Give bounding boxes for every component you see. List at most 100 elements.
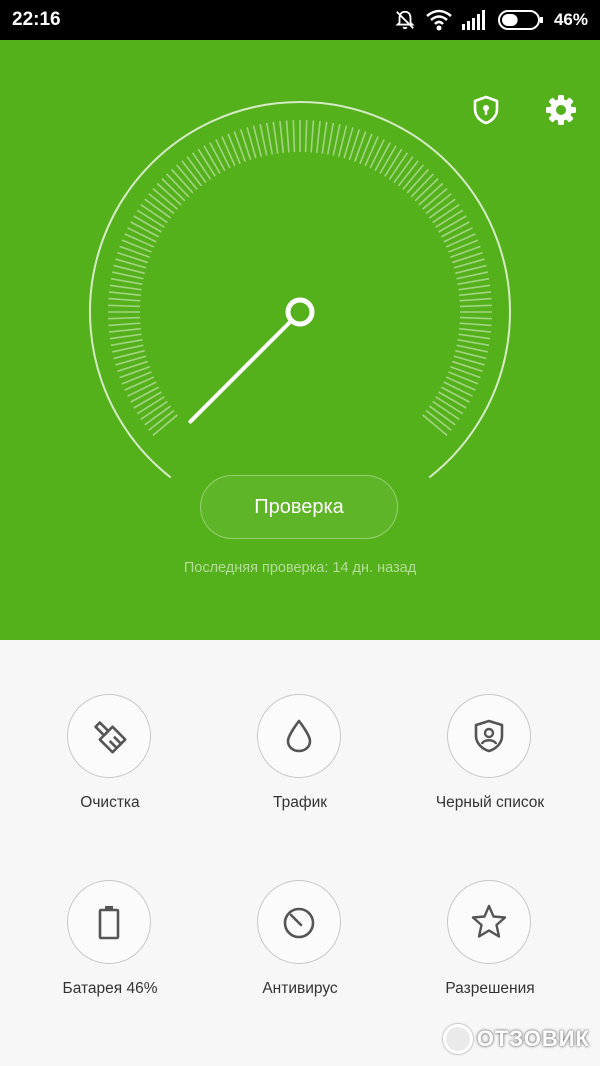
- gauge-tick: [215, 139, 231, 169]
- gauge-tick: [259, 124, 268, 156]
- tool-permissions-circle: [447, 880, 531, 964]
- gauge-tick: [108, 316, 141, 320]
- tool-battery-label: Батарея 46%: [62, 980, 158, 997]
- gauge-tick: [448, 371, 479, 385]
- gauge-tick: [121, 371, 152, 385]
- gauge-tick: [136, 209, 165, 228]
- gauge-tick: [203, 145, 221, 174]
- status-bar: 22:16 46%: [0, 0, 600, 40]
- tool-blacklist[interactable]: Черный список: [395, 694, 585, 834]
- gauge-tick: [374, 142, 391, 172]
- gauge-outer-arc: [89, 101, 511, 479]
- star-icon: [471, 904, 507, 938]
- gauge-tick: [315, 120, 321, 153]
- tool-blacklist-label: Черный список: [435, 794, 545, 811]
- gauge-tick: [110, 338, 143, 347]
- tool-traffic-label: Трафик: [272, 794, 328, 811]
- gauge-outer-arc-path: [89, 101, 511, 479]
- gauge-tick: [108, 327, 141, 333]
- tool-cleanup[interactable]: Очистка: [15, 694, 205, 834]
- gauge-tick: [304, 120, 308, 153]
- security-panel: Проверка Последняя проверка: 14 дн. наза…: [0, 40, 600, 640]
- gauge-needle: [188, 297, 315, 424]
- tool-battery[interactable]: Батарея 46%: [15, 880, 205, 1020]
- tool-antivirus-circle: [257, 880, 341, 964]
- gauge-tick: [109, 284, 142, 291]
- gauge-tick: [438, 391, 467, 409]
- tool-blacklist-circle: [447, 694, 531, 778]
- watermark-logo-icon: [442, 1024, 473, 1054]
- gauge-tick: [435, 396, 464, 415]
- status-icons: 46%: [394, 8, 588, 32]
- drop-icon: [286, 719, 312, 753]
- gauge-tick: [124, 233, 155, 248]
- gauge-tick: [459, 316, 492, 320]
- gauge-tick: [227, 133, 241, 164]
- gauge-tick: [369, 139, 385, 169]
- tool-cleanup-label: Очистка: [80, 794, 140, 811]
- gauge-tick: [332, 124, 341, 156]
- gauge-tick: [448, 239, 479, 253]
- shield-user-icon: [474, 719, 504, 753]
- last-check-text: Последняя проверка: 14 дн. назад: [183, 560, 417, 576]
- gauge-tick: [136, 396, 165, 415]
- tool-permissions-label: Разрешения: [445, 980, 535, 997]
- gauge-tick: [108, 322, 141, 327]
- gauge-needle-hub: [285, 297, 315, 327]
- tool-traffic[interactable]: Трафик: [205, 694, 395, 834]
- gauge-tick: [197, 148, 216, 177]
- gauge-tick: [379, 145, 397, 174]
- gauge-tick: [112, 271, 144, 280]
- gauge-tick: [440, 386, 470, 403]
- gauge-tick: [279, 120, 285, 153]
- gauge-tick: [456, 271, 488, 280]
- gauge-tick: [457, 338, 490, 347]
- gauge-tick: [127, 227, 157, 243]
- gauge-tick: [384, 148, 403, 177]
- gauge-tick: [459, 322, 492, 327]
- watermark: ОТЗОВИК: [442, 1022, 590, 1056]
- wifi-icon: [426, 9, 452, 31]
- gauge-tick: [445, 233, 476, 248]
- gauge-tick: [265, 122, 274, 155]
- gauge-tick: [127, 381, 157, 397]
- gauge-tick: [310, 120, 315, 153]
- gauge-tick: [272, 121, 279, 154]
- tool-permissions[interactable]: Разрешения: [395, 880, 585, 1020]
- tools-grid: Очистка Трафик Черный список Батарея 46%: [0, 640, 600, 1066]
- gauge-tick: [364, 136, 379, 167]
- battery-icon: [98, 906, 120, 940]
- gauge-tick: [124, 376, 155, 391]
- gauge-tick: [459, 291, 492, 297]
- gauge-tick: [459, 297, 492, 302]
- gauge-needle-line: [188, 318, 294, 424]
- battery-percent: 46%: [553, 10, 588, 29]
- watermark-text: ОТЗОВИК: [476, 1026, 590, 1051]
- tool-battery-circle: [67, 880, 151, 964]
- gauge-tick: [457, 277, 490, 286]
- tool-antivirus[interactable]: Антивирус: [205, 880, 395, 1020]
- gauge-tick: [440, 221, 470, 238]
- gauge-tick: [108, 297, 141, 302]
- gauge-tick: [108, 291, 141, 297]
- gauge-tick: [130, 221, 160, 238]
- gauge-tick: [445, 376, 476, 391]
- gauge-tick: [459, 304, 492, 308]
- security-gauge: [89, 101, 511, 479]
- gauge-tick: [121, 239, 152, 253]
- gauge-tick: [133, 215, 162, 233]
- antivirus-dial-icon: [283, 907, 315, 939]
- gauge-tick: [438, 215, 467, 233]
- gauge-ticks: [108, 120, 492, 437]
- scan-button[interactable]: Проверка: [200, 475, 398, 539]
- gauge-tick: [130, 386, 160, 403]
- gauge-tick: [133, 391, 162, 409]
- gauge-tick: [109, 333, 142, 340]
- gauge-tick: [359, 133, 373, 164]
- gauge-tick: [285, 120, 290, 153]
- gauge-tick: [209, 142, 226, 172]
- battery-icon: [497, 10, 543, 30]
- gauge-tick: [443, 381, 473, 397]
- gauge-tick: [458, 284, 491, 291]
- broom-icon: [94, 721, 127, 754]
